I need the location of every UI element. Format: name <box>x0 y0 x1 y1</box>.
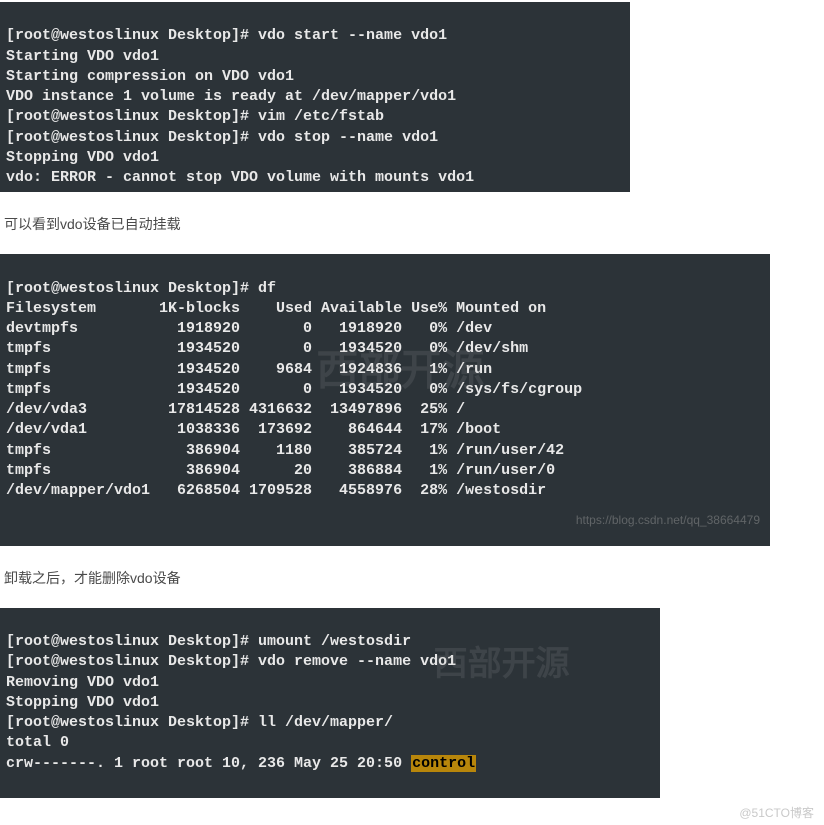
term2-line: devtmpfs 1918920 0 1918920 0% /dev <box>6 320 492 337</box>
term2-line: tmpfs 386904 1180 385724 1% /run/user/42 <box>6 442 564 459</box>
term1-line: [root@westoslinux Desktop]# vdo stop --n… <box>6 129 438 146</box>
term3-line: [root@westoslinux Desktop]# umount /west… <box>6 633 411 650</box>
term2-line: /dev/vda3 17814528 4316632 13497896 25% … <box>6 401 465 418</box>
term2-line: tmpfs 1934520 0 1934520 0% /sys/fs/cgrou… <box>6 381 582 398</box>
term1-line: vdo: ERROR - cannot stop VDO volume with… <box>6 169 474 186</box>
term1-line: Starting compression on VDO vdo1 <box>6 68 294 85</box>
term1-line: [root@westoslinux Desktop]# vim /etc/fst… <box>6 108 384 125</box>
term1-line: VDO instance 1 volume is ready at /dev/m… <box>6 88 456 105</box>
terminal-block-3: [root@westoslinux Desktop]# umount /west… <box>0 608 660 798</box>
term2-line: Filesystem 1K-blocks Used Available Use%… <box>6 300 546 317</box>
term2-line: /dev/mapper/vdo1 6268504 1709528 4558976… <box>6 482 546 499</box>
term2-line: /dev/vda1 1038336 173692 864644 17% /boo… <box>6 421 501 438</box>
term2-line: tmpfs 1934520 9684 1924836 1% /run <box>6 361 492 378</box>
term3-line: Stopping VDO vdo1 <box>6 694 159 711</box>
term3-line: [root@westoslinux Desktop]# ll /dev/mapp… <box>6 714 393 731</box>
term1-line: Starting VDO vdo1 <box>6 48 159 65</box>
footer-watermark: @51CTO博客 <box>0 798 824 823</box>
caption-text-1: 可以看到vdo设备已自动挂载 <box>0 192 824 254</box>
term3-line: Removing VDO vdo1 <box>6 674 159 691</box>
term1-line: Stopping VDO vdo1 <box>6 149 159 166</box>
caption-text-2: 卸载之后，才能删除vdo设备 <box>0 546 824 608</box>
term2-line: tmpfs 1934520 0 1934520 0% /dev/shm <box>6 340 528 357</box>
terminal-block-1: [root@westoslinux Desktop]# vdo start --… <box>0 2 630 192</box>
term3-line: [root@westoslinux Desktop]# vdo remove -… <box>6 653 456 670</box>
term1-line: [root@westoslinux Desktop]# vdo start --… <box>6 27 447 44</box>
highlighted-text: control <box>411 755 476 772</box>
terminal-block-2: [root@westoslinux Desktop]# df Filesyste… <box>0 254 770 546</box>
term2-line: tmpfs 386904 20 386884 1% /run/user/0 <box>6 462 555 479</box>
term2-line: [root@westoslinux Desktop]# df <box>6 280 276 297</box>
term3-line: total 0 <box>6 734 69 751</box>
term3-line: crw-------. 1 root root 10, 236 May 25 2… <box>6 755 476 772</box>
watermark-url: https://blog.csdn.net/qq_38664479 <box>576 512 760 528</box>
